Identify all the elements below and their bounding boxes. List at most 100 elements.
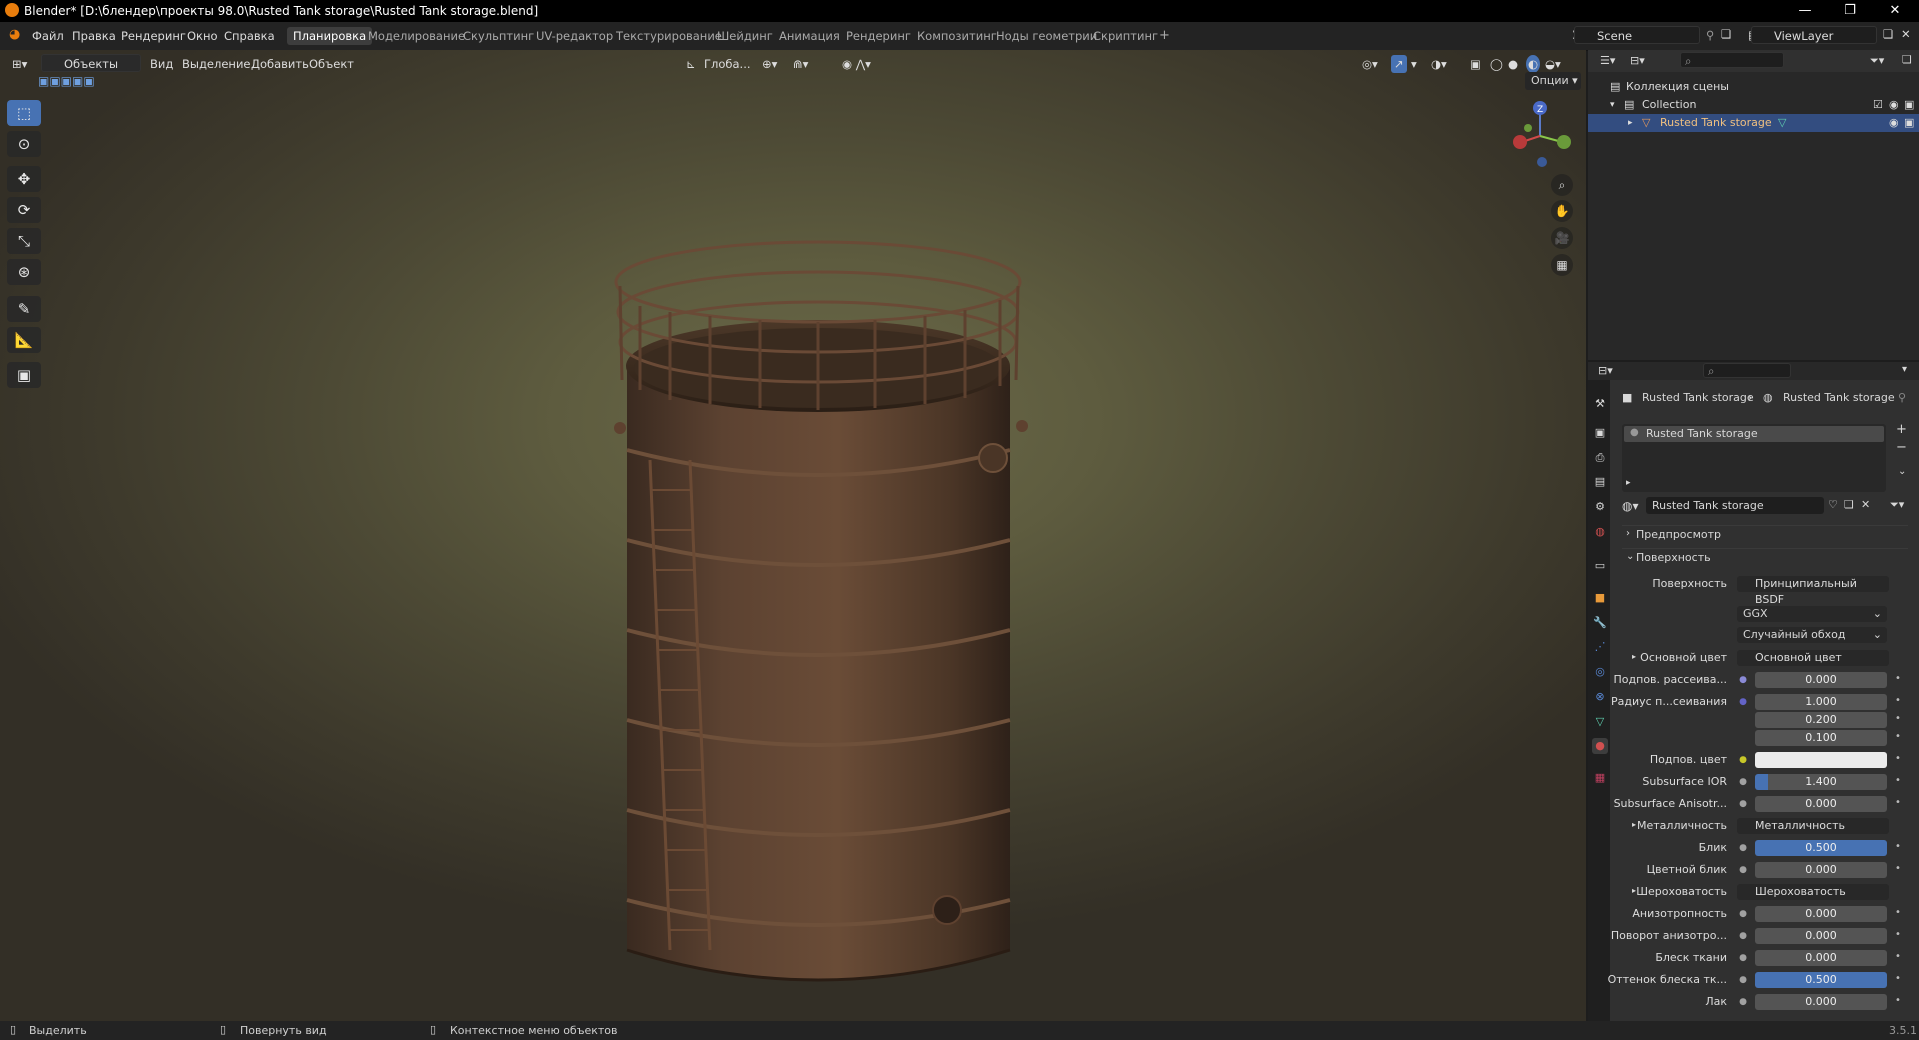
eye-icon[interactable]: ◉ (1889, 96, 1899, 114)
material-shading-icon[interactable]: ◐ (1526, 55, 1541, 73)
fake-user-icon[interactable]: ♡ (1828, 498, 1838, 511)
outliner-editor-icon[interactable]: ☰▾ (1600, 54, 1615, 67)
menu-render[interactable]: Рендеринг (121, 29, 186, 43)
property-value-field[interactable]: 0.000 (1755, 862, 1887, 878)
property-value-field[interactable]: 0.000 (1755, 796, 1887, 812)
slot-expand-icon[interactable]: ▸ (1626, 478, 1631, 488)
properties-editor-icon[interactable]: ⊟▾ (1598, 364, 1613, 377)
socket-icon[interactable]: ● (1736, 906, 1750, 922)
gizmo-toggle-icon[interactable]: ↗ (1391, 55, 1407, 73)
surface-panel-header[interactable]: ⌄ Поверхность (1622, 548, 1908, 567)
select-box-tool[interactable]: ⬚ (7, 100, 41, 126)
scene-selector[interactable]: Scene (1574, 26, 1700, 44)
linked-socket-field[interactable]: Металличность (1737, 818, 1889, 834)
rendered-shading-icon[interactable]: ◒▾ (1545, 55, 1561, 73)
render-tab-icon[interactable]: ▣ (1592, 425, 1608, 441)
zoom-view-icon[interactable]: ⌕ (1551, 174, 1573, 196)
duplicate-material-icon[interactable]: ❏ (1844, 498, 1854, 511)
xray-icon[interactable]: ▣ (1470, 55, 1481, 73)
visibility-icon[interactable]: ◎▾ (1362, 55, 1378, 73)
property-value-field[interactable]: 0.000 (1755, 950, 1887, 966)
pin-icon[interactable]: ⚲ (1706, 28, 1714, 42)
select-mode-icons[interactable]: ▣▣▣▣▣ (38, 74, 95, 88)
property-value-field[interactable]: 0.000 (1755, 928, 1887, 944)
exclude-checkbox-icon[interactable]: ☑ (1873, 96, 1883, 114)
camera-view-icon[interactable]: 🎥 (1551, 227, 1573, 249)
property-value-field[interactable]: 1.000 (1755, 694, 1887, 710)
annotate-tool[interactable]: ✎ (7, 296, 41, 322)
world-tab-icon[interactable]: ◍ (1592, 524, 1608, 540)
keyframe-dot-icon[interactable]: • (1895, 695, 1901, 706)
overlay-icon[interactable]: ◑▾ (1431, 55, 1447, 73)
socket-icon[interactable]: ● (1736, 862, 1750, 878)
measure-tool[interactable]: 📐 (7, 327, 41, 353)
outliner-row-collection[interactable]: ▾ ▤ Collection ☑ ◉ ▣ (1588, 96, 1919, 114)
expand-arrow-icon[interactable]: ▸ (1628, 114, 1633, 132)
new-view-layer-icon[interactable]: ❏ (1883, 27, 1893, 41)
add-cube-tool[interactable]: ▣ (7, 362, 41, 388)
new-collection-icon[interactable]: ❏ (1902, 53, 1912, 66)
socket-icon[interactable]: ● (1736, 694, 1750, 710)
keyframe-dot-icon[interactable]: • (1895, 841, 1901, 852)
mode-selector[interactable]: Объекты (41, 54, 141, 72)
socket-icon[interactable]: ● (1736, 672, 1750, 688)
socket-icon[interactable]: ● (1736, 796, 1750, 812)
tab-shading[interactable]: Шейдинг (711, 27, 779, 45)
display-mode-icon[interactable]: ⊟▾ (1630, 54, 1645, 67)
socket-icon[interactable]: ● (1736, 752, 1750, 768)
linked-socket-field[interactable]: Принципиальный BSDF (1737, 576, 1889, 606)
camera-render-icon[interactable]: ▣ (1904, 114, 1914, 132)
slot-specials-icon[interactable]: ⌄ (1898, 466, 1906, 477)
solid-shading-icon[interactable]: ● (1508, 55, 1518, 73)
3d-viewport[interactable] (0, 50, 1586, 1021)
restore-button[interactable]: ❐ (1827, 0, 1873, 22)
preview-panel-header[interactable]: › Предпросмотр (1622, 525, 1908, 544)
tab-animation[interactable]: Анимация (773, 27, 846, 45)
node-tree-filter-icon[interactable]: ⏷▾ (1890, 498, 1904, 512)
color-swatch[interactable] (1755, 752, 1887, 768)
editor-type-icon[interactable]: ⊞▾ (12, 55, 27, 73)
minimize-button[interactable]: — (1782, 0, 1828, 22)
tab-layout[interactable]: Планировка (287, 27, 373, 45)
keyframe-dot-icon[interactable]: • (1895, 995, 1901, 1006)
tab-modeling[interactable]: Моделирование (362, 27, 471, 45)
wireframe-shading-icon[interactable]: ◯ (1490, 55, 1503, 73)
menu-view[interactable]: Вид (150, 55, 173, 73)
panel-options-icon[interactable]: ▾ (1902, 364, 1907, 375)
expand-arrow-icon[interactable]: ▸ (1632, 886, 1636, 895)
menu-object[interactable]: Объект (309, 55, 354, 73)
outliner-row-scene-collection[interactable]: ▤ Коллекция сцены (1588, 78, 1919, 96)
transform-tool[interactable]: ⊛ (7, 259, 41, 285)
filter-icon[interactable]: ⏷▾ (1870, 54, 1884, 68)
data-tab-icon[interactable]: ▽ (1592, 714, 1608, 730)
rotate-tool[interactable]: ⟳ (7, 197, 41, 223)
keyframe-dot-icon[interactable]: • (1895, 753, 1901, 764)
eye-icon[interactable]: ◉ (1889, 114, 1899, 132)
socket-icon[interactable]: ● (1736, 774, 1750, 790)
material-tab-icon[interactable]: ● (1592, 738, 1608, 754)
blender-menu-icon[interactable]: ◕ (9, 27, 20, 42)
property-value-field[interactable]: 0.500 (1755, 972, 1887, 988)
socket-icon[interactable]: ● (1736, 840, 1750, 856)
navigation-gizmo[interactable]: Z (1508, 98, 1572, 170)
property-value-field[interactable]: 0.100 (1755, 730, 1887, 746)
scene-tab-icon[interactable]: ⚙ (1592, 499, 1608, 515)
collection-tab-icon[interactable]: ▭ (1592, 558, 1608, 574)
pan-view-icon[interactable]: ✋ (1551, 200, 1573, 222)
add-workspace-button[interactable]: + (1153, 27, 1176, 45)
keyframe-dot-icon[interactable]: • (1895, 775, 1901, 786)
material-browse-icon[interactable]: ◍▾ (1622, 499, 1639, 513)
tab-rendering[interactable]: Рендеринг (840, 27, 917, 45)
keyframe-dot-icon[interactable]: • (1895, 951, 1901, 962)
remove-view-layer-icon[interactable]: ✕ (1901, 27, 1911, 41)
expand-arrow-icon[interactable]: ▾ (1610, 96, 1615, 114)
perspective-toggle-icon[interactable]: ▦ (1551, 254, 1573, 276)
pivot-icon[interactable]: ⊕▾ (762, 55, 777, 73)
proportional-edit-icon[interactable]: ◉ ⋀▾ (842, 55, 871, 73)
tab-compositing[interactable]: Композитинг (911, 27, 1003, 45)
keyframe-dot-icon[interactable]: • (1895, 907, 1901, 918)
keyframe-dot-icon[interactable]: • (1895, 673, 1901, 684)
dropdown-select[interactable]: GGX ⌄ (1737, 606, 1887, 622)
keyframe-dot-icon[interactable]: • (1895, 731, 1901, 742)
tab-sculpting[interactable]: Скульптинг (457, 27, 540, 45)
